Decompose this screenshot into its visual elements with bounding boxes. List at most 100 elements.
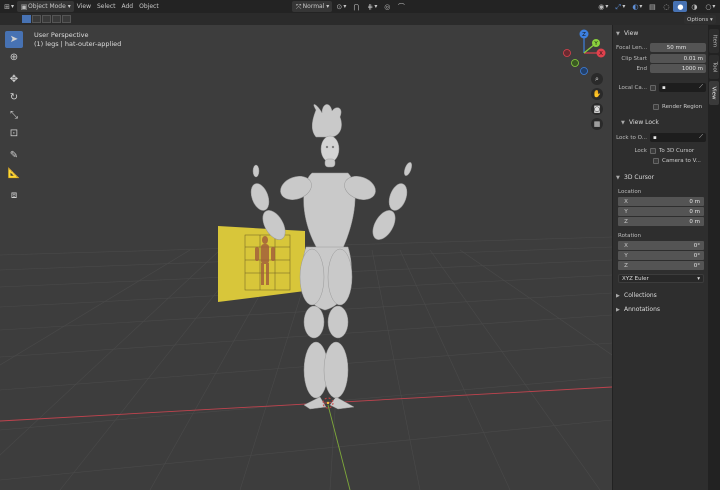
select-invert-button[interactable]	[52, 15, 61, 23]
proportional-edit-button[interactable]: ◎	[380, 1, 394, 12]
view-lock-header[interactable]: ▼ View Lock	[621, 117, 711, 128]
collections-header[interactable]: ▶ Collections	[616, 290, 706, 301]
navigation-gizmo[interactable]: Z Y X	[560, 27, 608, 77]
tab-view[interactable]: View	[709, 81, 719, 105]
move-arrows-icon: ✥	[9, 74, 19, 85]
visibility-button[interactable]: ◉ ▾	[594, 1, 611, 12]
camera-to-view-row[interactable]: Camera to V...	[653, 156, 701, 165]
tab-tool[interactable]: Tool	[709, 55, 719, 79]
add-cube-tool[interactable]: ⧈	[5, 187, 23, 204]
ruler-icon: 📐	[7, 168, 21, 179]
solid-sphere-icon: ●	[677, 2, 684, 11]
axis-value: 0°	[693, 242, 700, 249]
rotation-mode-value: XYZ Euler	[622, 275, 649, 282]
view-section-title: View	[624, 30, 639, 37]
to-3d-cursor-checkbox[interactable]	[650, 147, 656, 154]
rotation-x-field[interactable]: X 0°	[618, 241, 704, 250]
scale-tool[interactable]: ⤡	[5, 107, 23, 124]
focal-length-row: Focal Len... 50 mm	[616, 43, 706, 52]
rotation-mode-dropdown[interactable]: XYZ Euler ▾	[618, 274, 704, 283]
menu-select[interactable]: Select	[94, 1, 119, 12]
render-region-checkbox[interactable]	[653, 103, 659, 110]
tab-item[interactable]: Item	[709, 29, 719, 53]
editor-type-button[interactable]: ⊞ ▾	[0, 1, 17, 12]
shading-rendered-button[interactable]: ○ ▾	[701, 1, 718, 12]
cursor-arrow-icon: ➤	[9, 34, 19, 45]
view-section-header[interactable]: ▼ View	[616, 28, 706, 39]
camera-to-view-checkbox[interactable]	[653, 157, 659, 164]
gizmo-neg-z	[580, 67, 588, 75]
clip-start-field[interactable]: 0.01 m	[650, 54, 706, 63]
axis-label: Z	[624, 262, 628, 269]
rotation-z-field[interactable]: Z 0°	[618, 261, 704, 270]
local-camera-picker[interactable]: ▪ ⟋	[659, 83, 706, 92]
camera-small-icon: ▪	[662, 84, 666, 91]
xray-toggle-button[interactable]: ▤	[645, 1, 659, 12]
clip-end-row: End 1000 m	[616, 64, 706, 73]
annotate-tool[interactable]: ✎	[5, 147, 23, 164]
render-region-row[interactable]: Render Region	[653, 102, 702, 111]
location-label-row: Location	[618, 187, 708, 196]
select-extend-button[interactable]	[32, 15, 41, 23]
options-dropdown[interactable]: Options ▾	[684, 15, 716, 24]
scale-icon: ⤡	[10, 110, 18, 121]
rotation-y-field[interactable]: Y 0°	[618, 251, 704, 260]
gizmo-x-label: X	[599, 51, 603, 57]
axis-label: Y	[624, 208, 628, 215]
menu-view[interactable]: View	[74, 1, 94, 12]
reference-image	[218, 226, 305, 302]
ortho-toggle-button[interactable]: ▦	[591, 118, 603, 130]
axis-value: 0 m	[689, 208, 700, 215]
clip-end-field[interactable]: 1000 m	[650, 64, 706, 73]
focal-length-field[interactable]: 50 mm	[650, 43, 706, 52]
lock-to-object-picker[interactable]: ▪ ⟋	[650, 133, 706, 142]
chevron-down-icon: ▼	[616, 174, 620, 181]
annotations-header[interactable]: ▶ Annotations	[616, 304, 706, 315]
measure-tool[interactable]: 📐	[5, 165, 23, 182]
local-camera-label: Local Ca...	[618, 84, 647, 91]
snap-button[interactable]: ⋂	[349, 1, 363, 12]
zoom-button[interactable]: ⌕	[591, 73, 603, 85]
3d-cursor-header[interactable]: ▼ 3D Cursor	[616, 172, 706, 183]
clip-start-label: Clip Start	[621, 55, 647, 62]
sidebar-tabs: Item Tool View	[708, 25, 720, 490]
select-intersect-button[interactable]	[62, 15, 71, 23]
pivot-button[interactable]: ⊙ ▾	[332, 1, 349, 12]
clip-end-label: End	[636, 65, 647, 72]
camera-view-button[interactable]: ◙	[591, 103, 603, 115]
sidebar-panel: ▼ View Focal Len... 50 mm Clip Start 0.0…	[612, 25, 708, 490]
tool-shelf: ➤ ⊕ ✥ ↻ ⤡ ⊡ ✎ 📐 ⧈	[5, 31, 23, 204]
material-sphere-icon: ◑	[691, 2, 698, 11]
shading-solid-button[interactable]: ●	[673, 1, 688, 12]
3d-viewport[interactable]: User Perspective (1) legs | hat-outer-ap…	[0, 25, 612, 490]
snap-target-button[interactable]: ⋕ ▾	[363, 1, 380, 12]
overlay-toggle-button[interactable]: ◐ ▾	[628, 1, 645, 12]
move-tool[interactable]: ✥	[5, 71, 23, 88]
chevron-right-icon: ▶	[616, 292, 620, 299]
rotate-tool[interactable]: ↻	[5, 89, 23, 106]
local-camera-checkbox[interactable]	[650, 84, 656, 91]
menu-object[interactable]: Object	[136, 1, 162, 12]
shading-material-button[interactable]: ◑	[687, 1, 701, 12]
cursor-tool[interactable]: ⊕	[5, 49, 23, 66]
gizmo-toggle-button[interactable]: ⤢ ▾	[611, 1, 628, 12]
select-new-button[interactable]	[22, 15, 31, 23]
falloff-button[interactable]: ⌒	[394, 1, 408, 12]
location-y-field[interactable]: Y 0 m	[618, 207, 704, 216]
axis-label: X	[624, 198, 628, 205]
location-x-field[interactable]: X 0 m	[618, 197, 704, 206]
options-label: Options	[687, 16, 709, 23]
transform-icon: ⊡	[9, 128, 19, 139]
overlay-icon: ◐	[632, 2, 639, 11]
top-header: ⊞ ▾ ▣ Object Mode ▾ View Select Add Objec…	[0, 0, 720, 13]
menu-add[interactable]: Add	[119, 1, 137, 12]
orientation-dropdown[interactable]: ⤧ Normal ▾	[291, 1, 333, 12]
mode-dropdown[interactable]: ▣ Object Mode ▾	[17, 1, 74, 12]
shading-wireframe-button[interactable]: ◌	[659, 1, 673, 12]
transform-tool[interactable]: ⊡	[5, 125, 23, 142]
pan-button[interactable]: ✋	[591, 88, 603, 100]
select-subtract-button[interactable]	[42, 15, 51, 23]
crosshair-icon: ⊕	[9, 52, 19, 63]
location-z-field[interactable]: Z 0 m	[618, 217, 704, 226]
select-box-tool[interactable]: ➤	[5, 31, 23, 48]
